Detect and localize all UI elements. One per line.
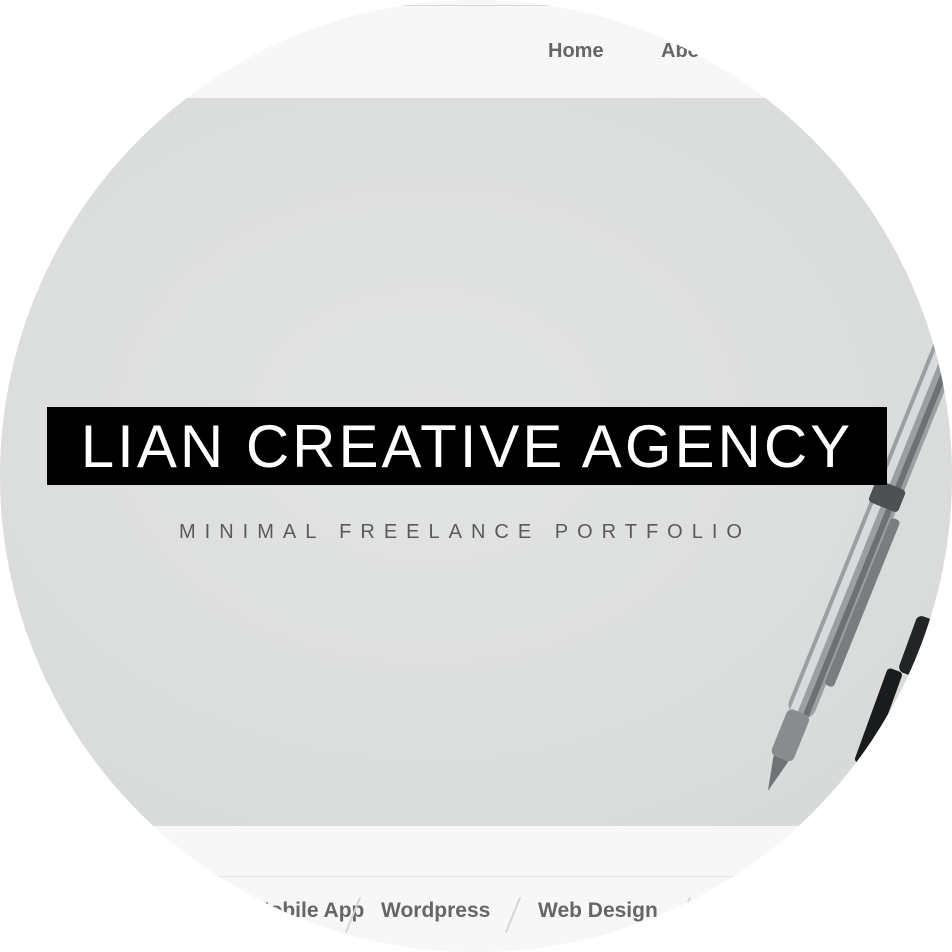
- topbar-divider: [395, 5, 555, 6]
- hero-subtitle: MINIMAL FREELANCE PORTFOLIO: [179, 521, 751, 543]
- filter-separator: [504, 897, 522, 933]
- filter-divider: [160, 876, 800, 877]
- circular-viewport: Home Abo LIAN CREATIVE AGENCY MINIMAL FR: [0, 0, 952, 952]
- filter-web-design[interactable]: Web Design: [538, 899, 658, 923]
- filter-wordpress[interactable]: Wordpress: [381, 899, 490, 923]
- top-navigation-bar: Home Abo: [0, 0, 952, 98]
- hero-title-box: LIAN CREATIVE AGENCY: [47, 407, 887, 485]
- filter-separator: [674, 897, 692, 933]
- nav-item-about[interactable]: Abo: [661, 40, 700, 63]
- portfolio-filter-bar: Mobile App Wordpress Web Design: [0, 826, 952, 952]
- hero-section: LIAN CREATIVE AGENCY MINIMAL FREELANCE P…: [0, 98, 952, 826]
- binder-clip-image: [854, 616, 941, 766]
- nav-item-home[interactable]: Home: [548, 40, 604, 63]
- filter-mobile-app[interactable]: Mobile App: [262, 899, 364, 923]
- hero-title: LIAN CREATIVE AGENCY: [80, 412, 854, 480]
